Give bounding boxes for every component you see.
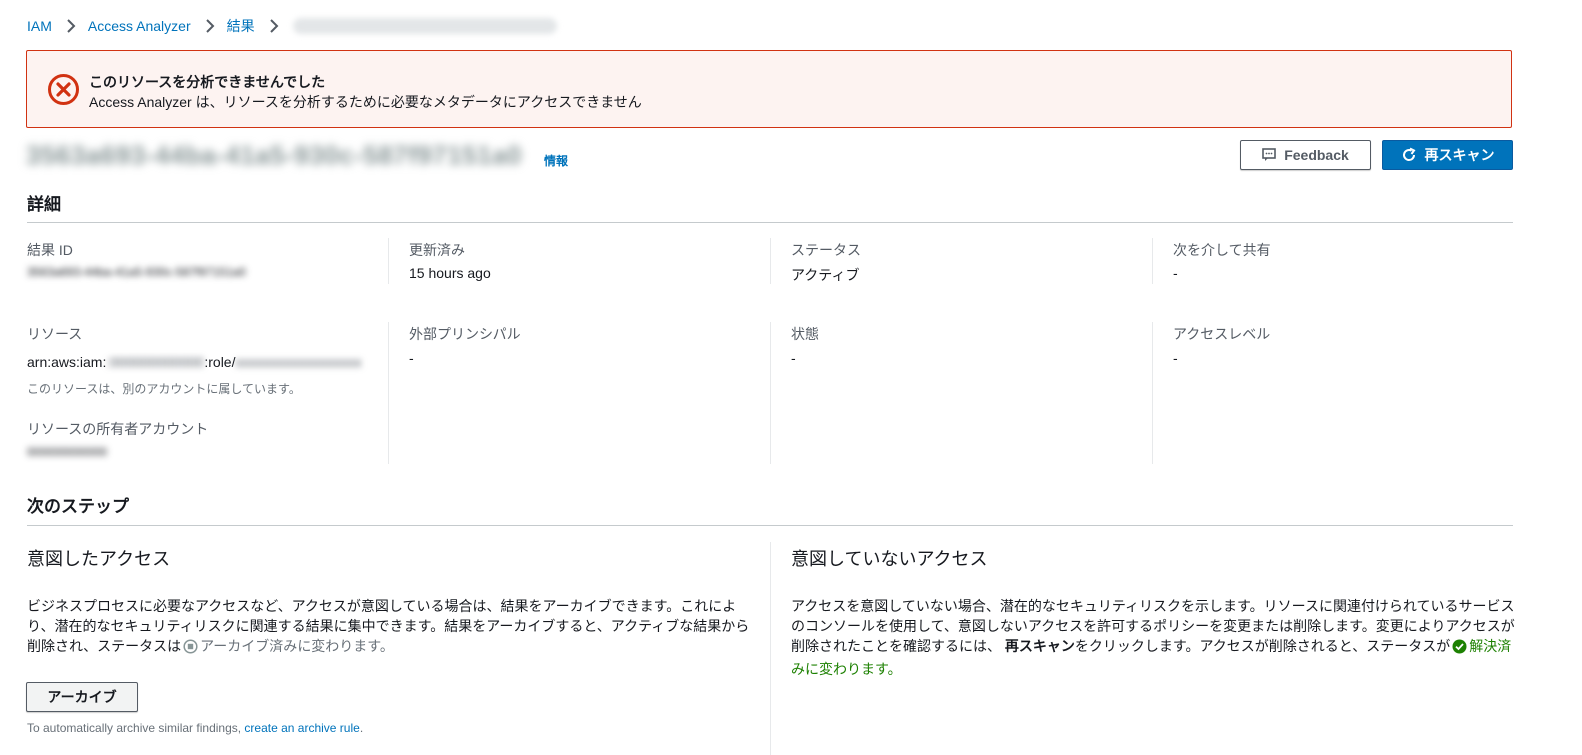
updated-value: 15 hours ago <box>409 265 491 281</box>
status-label: ステータス <box>791 242 861 258</box>
resolved-status-icon <box>1452 639 1467 659</box>
unintended-text-line: みに変わります。 <box>791 661 902 677</box>
intended-access-text: ビジネスプロセスに必要なアクセスなど、アクセスが意図している場合は、結果をアーカ… <box>27 596 757 659</box>
rescan-button[interactable]: 再スキャン <box>1382 140 1513 170</box>
archived-status: アーカイブ済み <box>200 638 298 654</box>
page-title: 3563a693-44ba-41a5-930c-587f97151a0 <box>26 140 523 170</box>
resource-arn-prefix: arn:aws:iam: <box>27 354 107 370</box>
details-heading: 詳細 <box>27 195 61 214</box>
external-principal-value: - <box>409 350 414 366</box>
divider <box>27 525 1513 526</box>
error-alert: このリソースを分析できませんでした Access Analyzer は、リソース… <box>26 50 1512 128</box>
column-divider <box>770 322 771 464</box>
unintended-text-line: アクセスを意図していない場合、潜在的なセキュリティリスクを示します。リソースに関… <box>791 598 1515 614</box>
condition-value: - <box>791 350 796 366</box>
resource-account-redacted: :000000000000 <box>106 354 204 370</box>
breadcrumb: IAM Access Analyzer 結果 <box>27 16 557 36</box>
updated-label: 更新済み <box>409 242 465 258</box>
alert-title: このリソースを分析できませんでした <box>89 74 326 90</box>
intended-text-part: 削除され、ステータスは <box>27 638 182 654</box>
column-divider <box>388 238 389 284</box>
owner-account-label: リソースの所有者アカウント <box>27 421 209 437</box>
feedback-icon <box>1262 148 1277 161</box>
shared-via-label: 次を介して共有 <box>1173 242 1271 258</box>
divider <box>27 222 1513 223</box>
resource-arn-role: :role/ <box>204 354 236 370</box>
resource-note: このリソースは、別のアカウントに属しています。 <box>27 382 301 396</box>
column-divider <box>388 322 389 464</box>
resolved-status: 解決済 <box>1469 638 1512 654</box>
resource-label: リソース <box>27 326 83 342</box>
column-divider <box>1152 238 1153 284</box>
finding-id-label: 結果 ID <box>27 242 73 258</box>
chevron-right-icon <box>205 19 215 33</box>
shared-via-value: - <box>1173 265 1178 281</box>
chevron-right-icon <box>269 19 279 33</box>
unintended-access-text: アクセスを意図していない場合、潜在的なセキュリティリスクを示します。リソースに関… <box>791 596 1526 679</box>
status-value: アクティブ <box>791 267 860 283</box>
column-divider <box>1152 322 1153 464</box>
breadcrumb-iam[interactable]: IAM <box>27 18 52 34</box>
unintended-text-line: のコンソールを使用して、意図しないアクセスを許可するポリシーを変更または削除しま… <box>791 618 1515 634</box>
unintended-text-part: をクリックします。アクセスが削除されると、ステータスが <box>1074 638 1451 654</box>
create-archive-rule-link[interactable]: create an archive rule <box>244 721 359 735</box>
breadcrumb-access-analyzer[interactable]: Access Analyzer <box>88 18 191 34</box>
archive-label: アーカイブ <box>47 689 117 705</box>
archive-hint: To automatically archive similar finding… <box>27 721 363 735</box>
access-level-label: アクセスレベル <box>1173 326 1271 342</box>
external-principal-label: 外部プリンシパル <box>409 326 521 342</box>
intended-text-line: り、潜在的なセキュリティリスクに関連する結果に集中できます。結果をアーカイブする… <box>27 618 750 634</box>
intended-access-title: 意図したアクセス <box>27 549 171 569</box>
intended-text-line: 削除され、ステータスは アーカイブ済みに変わります。 <box>27 636 757 659</box>
condition-label: 状態 <box>791 326 819 342</box>
refresh-icon <box>1402 147 1415 161</box>
owner-account-value: 000000000000 <box>27 445 108 459</box>
archive-hint-text: To automatically archive similar finding… <box>27 721 245 735</box>
error-icon <box>47 73 80 106</box>
breadcrumb-current-redacted <box>292 18 557 34</box>
access-level-value: - <box>1173 350 1178 366</box>
archive-hint-suffix: . <box>359 721 364 735</box>
unintended-access-title: 意図していないアクセス <box>791 549 988 569</box>
column-divider <box>770 542 771 755</box>
column-divider <box>770 238 771 284</box>
alert-message: Access Analyzer は、リソースを分析するために必要なメタデータにア… <box>89 94 642 110</box>
breadcrumb-findings[interactable]: 結果 <box>227 16 255 36</box>
resource-arn: arn:aws:iam::000000000000:role/xxxxxxxxx… <box>27 354 362 370</box>
feedback-label: Feedback <box>1284 147 1349 163</box>
next-steps-heading: 次のステップ <box>27 497 129 516</box>
rescan-emphasis: 再スキャン <box>1004 638 1075 654</box>
feedback-button[interactable]: Feedback <box>1240 140 1371 170</box>
rescan-label: 再スキャン <box>1424 147 1495 163</box>
finding-id-value: 3563a693-44ba-41a5-930c-587f97151a0 <box>27 265 246 279</box>
unintended-text-line: 削除されたことを確認するには、 再スキャンをクリックします。アクセスが削除される… <box>791 636 1526 659</box>
archived-status-icon <box>183 639 198 659</box>
intended-text-part: に変わります。 <box>297 638 394 654</box>
intended-text-line: ビジネスプロセスに必要なアクセスなど、アクセスが意図している場合は、結果をアーカ… <box>27 598 737 614</box>
archive-button[interactable]: アーカイブ <box>26 682 138 712</box>
resource-name-redacted: xxxxxxxxxxxxxxxxxx <box>235 354 362 370</box>
chevron-right-icon <box>66 19 76 33</box>
info-link[interactable]: 情報 <box>544 152 568 169</box>
unintended-text-part: 削除されたことを確認するには、 <box>791 638 1001 654</box>
